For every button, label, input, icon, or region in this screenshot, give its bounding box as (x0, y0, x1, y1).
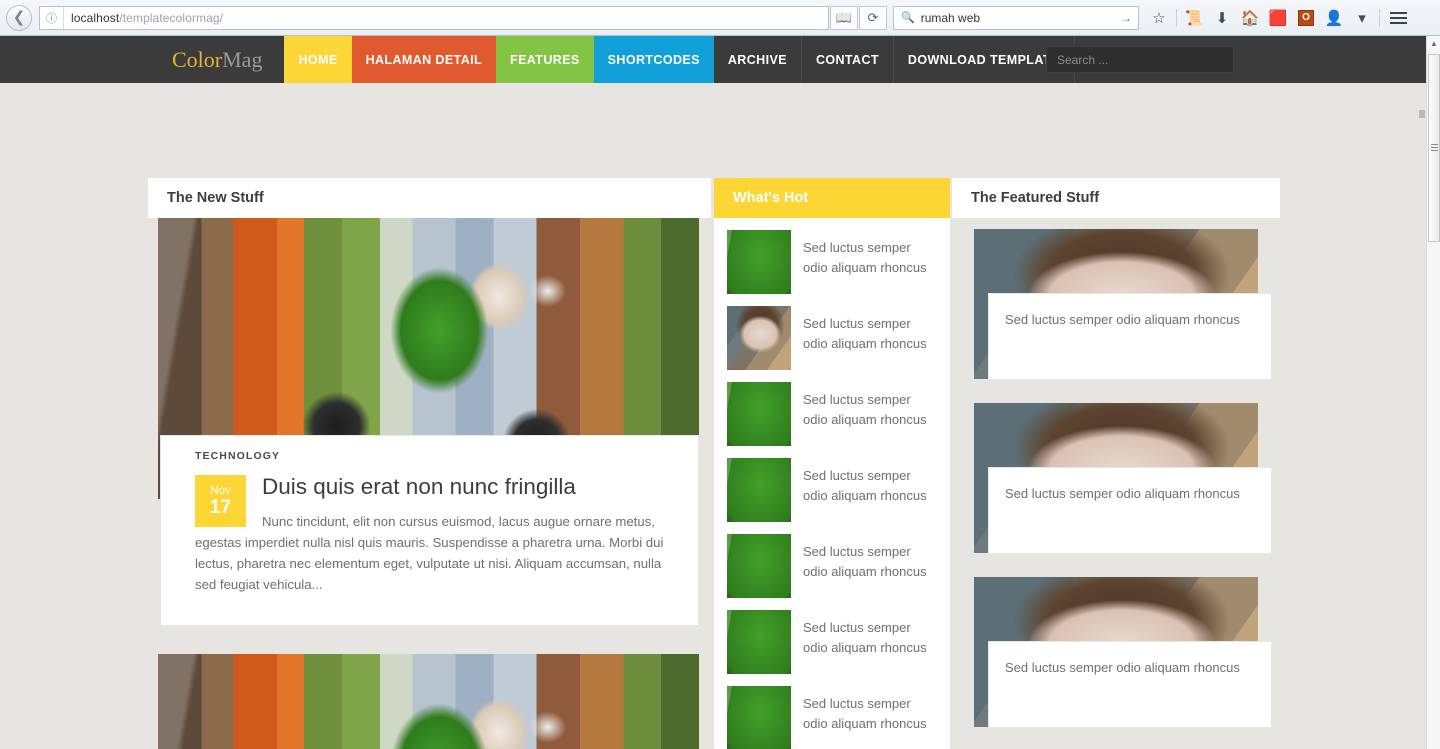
list-item[interactable]: Sed luctus semper odio aliquam rhoncus (714, 458, 950, 534)
bookmark-star-icon[interactable]: ☆ (1145, 5, 1173, 31)
extension-icon[interactable]: O (1292, 5, 1320, 31)
browser-toolbar: ❮ ⓘ localhost/templatecolormag/ 📖 ⟳ 🔍 ru… (0, 0, 1440, 36)
featured-card[interactable]: Sed luctus semper odio aliquam rhoncus (952, 577, 1280, 728)
page-viewport: Color Mag HOME HALAMAN DETAIL FEATURES SH… (0, 36, 1426, 749)
featured-article[interactable]: TECHNOLOGY Nov 17 Duis quis erat non nun… (148, 218, 711, 626)
address-bar-text: localhost/templatecolormag/ (64, 11, 223, 25)
next-article-image[interactable] (158, 654, 699, 749)
home-icon[interactable]: 🏠 (1236, 5, 1264, 31)
featured-card[interactable]: Sed luctus semper odio aliquam rhoncus (952, 403, 1280, 554)
site-logo[interactable]: Color Mag (148, 36, 284, 83)
account-icon[interactable]: 👤 (1320, 5, 1348, 31)
site-search-input[interactable]: Search ... (1046, 46, 1234, 73)
panel-title-whats-hot: What's Hot (714, 178, 950, 218)
url-host: localhost (71, 10, 120, 25)
featured-card-caption: Sed luctus semper odio aliquam rhoncus (988, 467, 1272, 554)
date-month: Nov (210, 485, 231, 497)
date-day: 17 (209, 497, 232, 518)
chevron-down-icon[interactable]: ▾ (1348, 5, 1376, 31)
list-item-label: Sed luctus semper odio aliquam rhoncus (803, 544, 927, 579)
menu-icon[interactable] (1383, 5, 1413, 31)
list-item-label: Sed luctus semper odio aliquam rhoncus (803, 240, 927, 275)
list-item-label: Sed luctus semper odio aliquam rhoncus (803, 316, 927, 351)
article-excerpt: Nunc tincidunt, elit non cursus euismod,… (195, 514, 664, 592)
list-item-thumbnail (727, 534, 791, 598)
list-item[interactable]: Sed luctus semper odio aliquam rhoncus (714, 382, 950, 458)
search-input[interactable]: 🔍 rumah web → (893, 5, 1139, 30)
toolbar-divider-2 (1379, 8, 1380, 27)
nav-inner: Color Mag HOME HALAMAN DETAIL FEATURES SH… (148, 36, 1075, 83)
reader-view-icon[interactable]: 📖 (830, 5, 858, 30)
article-text-box: TECHNOLOGY Nov 17 Duis quis erat non nun… (160, 435, 699, 626)
nav-item-archive[interactable]: ARCHIVE (714, 36, 802, 83)
column-new-stuff: The New Stuff TECHNOLOGY Nov 17 Duis qui… (148, 178, 711, 749)
featured-cards: Sed luctus semper odio aliquam rhoncus S… (952, 218, 1280, 728)
list-item-thumbnail (727, 686, 791, 749)
nav-item-shortcodes[interactable]: SHORTCODES (593, 36, 714, 83)
list-item-thumbnail (727, 230, 791, 294)
list-item[interactable]: Sed luctus semper odio aliquam rhoncus (714, 686, 950, 749)
list-item-label: Sed luctus semper odio aliquam rhoncus (803, 392, 927, 427)
list-item[interactable]: Sed luctus semper odio aliquam rhoncus (714, 306, 950, 382)
search-input-value: rumah web (920, 10, 981, 25)
pocket-icon[interactable]: 🟥 (1264, 5, 1292, 31)
logo-mag-part: Mag (222, 46, 263, 72)
whats-hot-list: Sed luctus semper odio aliquam rhoncus S… (714, 218, 950, 749)
list-item-thumbnail (727, 458, 791, 522)
downloads-icon[interactable]: ⬇ (1208, 5, 1236, 31)
list-item[interactable]: Sed luctus semper odio aliquam rhoncus (714, 610, 950, 686)
column-featured-stuff: The Featured Stuff Sed luctus semper odi… (952, 178, 1280, 749)
site-navigation-bar: Color Mag HOME HALAMAN DETAIL FEATURES SH… (0, 36, 1426, 83)
nav-item-home[interactable]: HOME (284, 36, 352, 83)
page-info-icon[interactable]: ⓘ (40, 6, 64, 29)
address-bar[interactable]: ⓘ localhost/templatecolormag/ (39, 5, 829, 30)
scroll-up-arrow[interactable]: ▲ (1427, 36, 1440, 51)
nav-item-halaman-detail[interactable]: HALAMAN DETAIL (351, 36, 497, 83)
viewport-edge-marker (1419, 110, 1425, 118)
browser-tool-icons: ☆ 📜 ⬇ 🏠 🟥 O 👤 ▾ (1145, 5, 1413, 31)
column-whats-hot: What's Hot Sed luctus semper odio aliqua… (714, 178, 950, 749)
featured-card[interactable]: Sed luctus semper odio aliquam rhoncus (952, 229, 1280, 380)
library-icon[interactable]: 📜 (1180, 5, 1208, 31)
search-icon: 🔍 (901, 12, 915, 24)
toolbar-divider (1176, 8, 1177, 27)
article-date-badge: Nov 17 (195, 475, 246, 527)
nav-item-features[interactable]: FEATURES (496, 36, 594, 83)
back-arrow-icon[interactable]: ❮ (6, 4, 32, 31)
scrollbar-grip-icon (1431, 144, 1438, 152)
logo-color-part: Color (172, 46, 223, 72)
list-item-label: Sed luctus semper odio aliquam rhoncus (803, 468, 927, 503)
url-path: /templatecolormag/ (119, 10, 224, 25)
panel-title-new-stuff: The New Stuff (148, 178, 711, 218)
reload-icon[interactable]: ⟳ (859, 5, 887, 30)
article-title[interactable]: Duis quis erat non nunc fringilla (195, 472, 676, 502)
list-item[interactable]: Sed luctus semper odio aliquam rhoncus (714, 230, 950, 306)
arrow-right-icon[interactable]: → (1120, 11, 1132, 25)
article-category[interactable]: TECHNOLOGY (195, 450, 676, 462)
panel-title-featured-stuff: The Featured Stuff (952, 178, 1280, 218)
nav-item-contact[interactable]: CONTACT (802, 36, 894, 83)
list-item-label: Sed luctus semper odio aliquam rhoncus (803, 696, 927, 731)
featured-card-caption: Sed luctus semper odio aliquam rhoncus (988, 293, 1272, 380)
scrollbar-thumb[interactable] (1428, 54, 1440, 242)
list-item-label: Sed luctus semper odio aliquam rhoncus (803, 620, 927, 655)
list-item-thumbnail (727, 610, 791, 674)
page-scrollbar[interactable]: ▲ (1426, 36, 1440, 749)
list-item[interactable]: Sed luctus semper odio aliquam rhoncus (714, 534, 950, 610)
featured-card-caption: Sed luctus semper odio aliquam rhoncus (988, 641, 1272, 728)
list-item-thumbnail (727, 306, 791, 370)
list-item-thumbnail (727, 382, 791, 446)
